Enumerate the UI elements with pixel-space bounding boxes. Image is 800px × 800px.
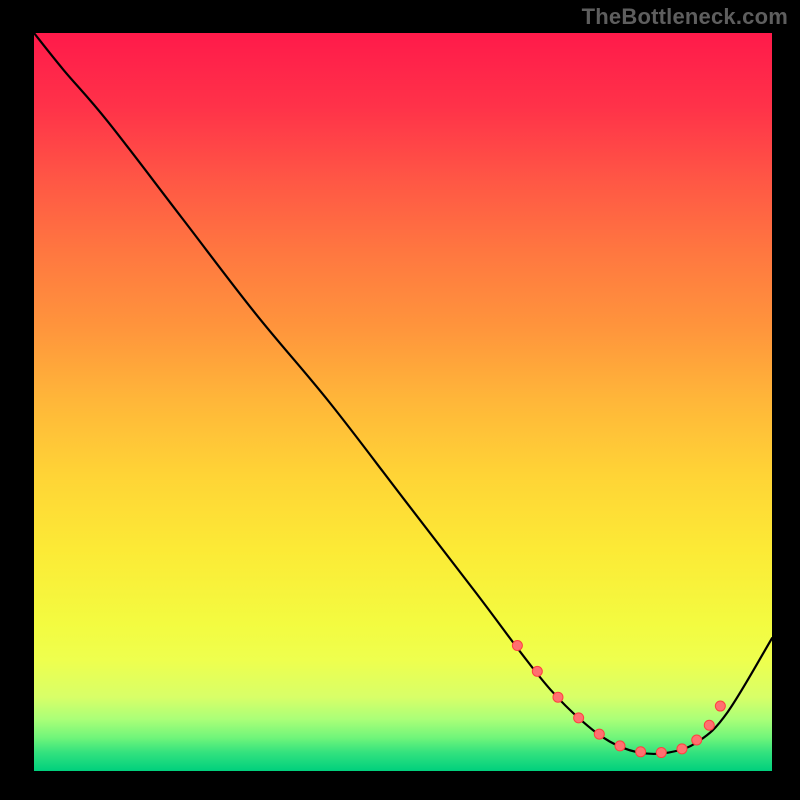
data-marker <box>656 748 666 758</box>
data-marker <box>553 692 563 702</box>
data-marker <box>692 735 702 745</box>
data-marker <box>615 741 625 751</box>
data-marker <box>636 747 646 757</box>
data-marker <box>677 744 687 754</box>
curve-layer <box>34 33 772 771</box>
attribution-text: TheBottleneck.com <box>582 4 788 30</box>
data-marker <box>532 666 542 676</box>
chart-frame: TheBottleneck.com <box>0 0 800 800</box>
plot-area <box>34 33 772 771</box>
data-marker <box>512 641 522 651</box>
data-marker <box>594 729 604 739</box>
data-marker <box>715 701 725 711</box>
data-marker <box>704 720 714 730</box>
bottleneck-curve <box>34 33 772 754</box>
data-marker <box>574 713 584 723</box>
